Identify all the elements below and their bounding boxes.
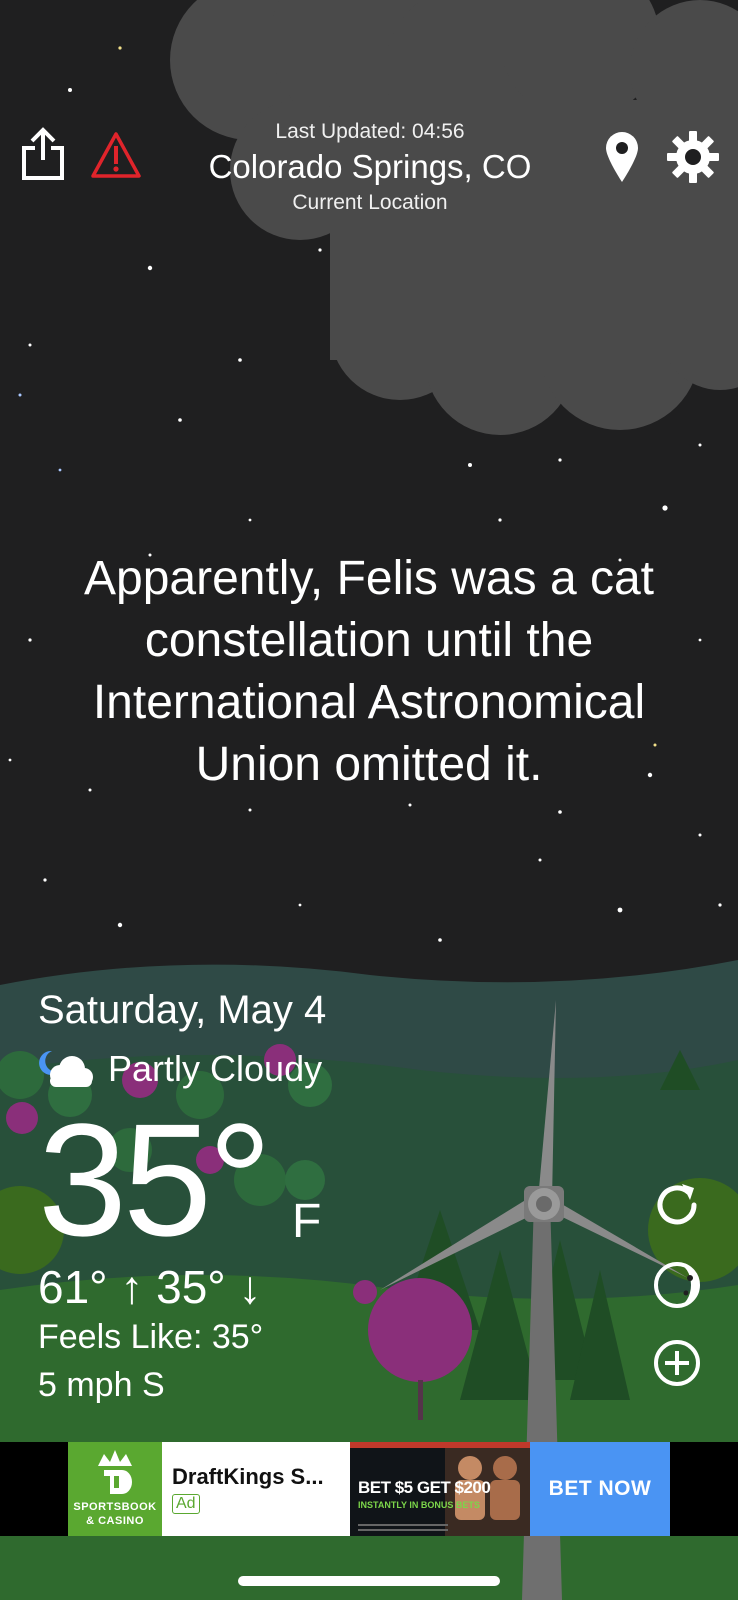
high-low-temperature: 61° ↑ 35° ↓ — [38, 1261, 262, 1313]
last-updated-text: Last Updated: 04:56 — [275, 120, 465, 143]
refresh-icon — [657, 1184, 697, 1225]
partly-cloudy-night-icon — [39, 1050, 93, 1087]
ad-promo-subtext: INSTANTLY IN BONUS BETS — [358, 1500, 480, 1510]
condition-row: Partly Cloudy — [38, 1046, 322, 1092]
ad-promo-image[interactable]: BET $5 GET $200 INSTANTLY IN BONUS BETS — [350, 1442, 530, 1536]
condition-text: Partly Cloudy — [108, 1048, 323, 1089]
moon-phase-button[interactable] — [652, 1260, 702, 1310]
fun-fact-text: Apparently, Felis was a cat constellatio… — [83, 552, 655, 791]
plus-circle-icon — [654, 1340, 700, 1386]
alert-button[interactable] — [90, 130, 142, 180]
home-indicator[interactable] — [238, 1576, 500, 1586]
ad-cta-button[interactable]: BET NOW — [530, 1442, 670, 1536]
share-button[interactable] — [20, 126, 66, 182]
settings-button[interactable] — [666, 130, 720, 184]
date-label: Saturday, May 4 — [38, 988, 327, 1032]
ad-logo[interactable]: SPORTSBOOK & CASINO — [68, 1442, 162, 1536]
location-pin-icon — [606, 132, 638, 182]
wind-text: 5 mph S — [38, 1366, 165, 1404]
ad-info[interactable]: DraftKings S... Ad — [162, 1442, 350, 1536]
share-icon — [22, 127, 64, 180]
ad-logo-text: SPORTSBOOK & CASINO — [73, 1501, 157, 1527]
feels-like-text: Feels Like: 35° — [38, 1318, 264, 1356]
warning-triangle-icon — [91, 132, 141, 178]
location-header: Last Updated: 04:56 Colorado Springs, CO… — [150, 118, 590, 218]
refresh-button[interactable] — [652, 1180, 702, 1230]
location-subtitle: Current Location — [292, 191, 448, 214]
ad-banner[interactable]: SPORTSBOOK & CASINO DraftKings S... Ad B… — [68, 1442, 670, 1536]
weather-scene-background — [0, 0, 738, 1600]
ad-promo-text: BET $5 GET $200 — [358, 1478, 491, 1497]
temperature-unit[interactable]: F — [292, 1194, 321, 1249]
city-name[interactable]: Colorado Springs, CO — [150, 146, 590, 188]
gear-icon — [667, 131, 719, 183]
ad-title: DraftKings S... — [172, 1464, 324, 1489]
draftkings-crown-icon — [98, 1450, 132, 1494]
location-button[interactable] — [604, 130, 640, 184]
add-location-button[interactable] — [652, 1338, 702, 1388]
ad-badge: Ad — [172, 1494, 200, 1514]
current-temperature: 35° — [38, 1090, 272, 1269]
moon-phase-icon — [654, 1262, 700, 1308]
